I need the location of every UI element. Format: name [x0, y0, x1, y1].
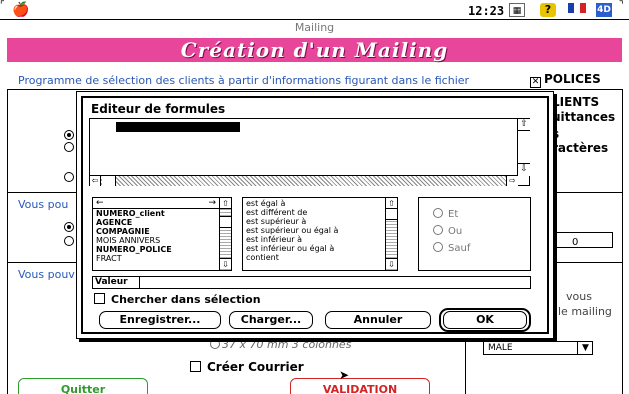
arrow-right-icon[interactable]: →	[208, 198, 216, 208]
save-button[interactable]: Enregistrer...	[99, 311, 221, 329]
app-switcher-icon[interactable]: ▦	[509, 3, 525, 17]
radio-icon	[433, 208, 443, 218]
create-letter-checkbox[interactable]: Créer Courrier	[190, 360, 304, 374]
radio-icon	[433, 242, 443, 252]
window-title: Mailing	[294, 21, 335, 34]
logic-operators-group: Et Ou Sauf	[418, 197, 531, 271]
radio-button[interactable]	[64, 172, 74, 182]
scroll-up-icon[interactable]: ⇧	[518, 119, 530, 131]
checkbox-icon	[94, 293, 105, 304]
value-field[interactable]: Valeur	[92, 276, 531, 289]
dialog-title: Editeur de formules	[91, 102, 226, 116]
mouse-pointer-icon: ➤	[339, 368, 350, 382]
section-label: vous	[566, 290, 592, 303]
logic-except-radio[interactable]: Sauf	[433, 242, 470, 254]
operator-list-item[interactable]: contient	[243, 253, 385, 262]
operator-list-item[interactable]: est inférieur à	[243, 235, 385, 244]
scroll-down-icon[interactable]: ⇩	[518, 163, 530, 175]
ok-button[interactable]: OK	[443, 311, 527, 329]
program-description: Programme de sélection des clients à par…	[18, 74, 470, 87]
arrow-left-icon[interactable]: ←	[96, 198, 104, 208]
corner-mark: ⌜	[0, 0, 5, 11]
scroll-right-icon[interactable]: ⇨	[506, 176, 518, 186]
operator-list-item[interactable]: est différent de	[243, 208, 385, 217]
corner-mark: ⌝	[619, 0, 624, 11]
polices-checkbox[interactable]: ✕ POLICES	[530, 72, 601, 88]
formula-text-area[interactable]: ⇧ ⇩ ⇦ ⇨	[89, 118, 530, 186]
french-flag-icon[interactable]	[568, 3, 586, 17]
search-in-selection-checkbox[interactable]: Chercher dans sélection	[94, 293, 261, 306]
radio-button[interactable]	[64, 142, 74, 152]
cancel-button[interactable]: Annuler	[325, 311, 431, 329]
radio-button[interactable]	[64, 222, 74, 232]
divider	[7, 89, 8, 394]
section-label: Vous pouv	[18, 268, 75, 281]
page-banner: Création d'un Mailing	[7, 38, 622, 62]
operator-list-item[interactable]: est égal à	[243, 199, 385, 208]
divider	[622, 89, 623, 394]
count-field[interactable]	[555, 232, 613, 248]
validation-button[interactable]: VALIDATION	[290, 378, 430, 394]
menu-clock: 12:23	[468, 4, 505, 18]
radio-button[interactable]	[64, 236, 74, 246]
field-list-item[interactable]: FRACT	[93, 254, 219, 263]
radio-icon	[433, 225, 443, 235]
field-list-item[interactable]: NUMERO_POLICE	[93, 245, 219, 254]
divider	[7, 89, 622, 90]
field-list-item[interactable]: MOIS ANNIVERS	[93, 236, 219, 245]
value-label: Valeur	[95, 277, 128, 287]
operators-scrollbar[interactable]: ⇧ ⇩	[385, 198, 397, 270]
field-list-item[interactable]: COMPAGNIE	[93, 227, 219, 236]
fields-scrollbar[interactable]: ⇧ ⇩	[219, 198, 231, 270]
formula-selection	[116, 122, 240, 132]
section-label: le mailing	[558, 305, 612, 318]
scroll-thumb[interactable]	[220, 216, 231, 228]
formula-horizontal-scrollbar[interactable]: ⇦ ⇨	[90, 175, 518, 186]
quit-button[interactable]: Quitter	[18, 378, 148, 394]
menu-bar: ⌜ 🍎 12:23 ▦ ? 4D ⌝	[0, 0, 629, 20]
load-button[interactable]: Charger...	[229, 311, 313, 329]
field-list-item[interactable]: AGENCE	[93, 218, 219, 227]
formula-editor-dialog: Editeur de formules ⇧ ⇩ ⇦ ⇨ ← → NUMERO_c…	[76, 91, 554, 339]
fields-items: NUMERO_client AGENCE COMPAGNIE MOIS ANNIVER…	[93, 209, 219, 263]
divider	[465, 338, 466, 394]
operator-list-item[interactable]: est supérieur à	[243, 217, 385, 226]
scroll-thumb[interactable]	[102, 176, 116, 186]
fields-list-header: ← →	[93, 198, 219, 209]
4d-icon[interactable]: 4D	[596, 3, 612, 17]
help-icon[interactable]: ?	[540, 3, 556, 17]
radio-button[interactable]	[64, 130, 74, 140]
checkbox-icon	[190, 361, 201, 372]
checkbox-checked-icon: ✕	[530, 77, 541, 88]
operator-list-item[interactable]: est inférieur ou égal à	[243, 244, 385, 253]
section-label: Vous pou	[18, 198, 69, 211]
scroll-up-icon[interactable]: ⇧	[220, 198, 231, 209]
scroll-down-icon[interactable]: ⇩	[386, 258, 397, 269]
operator-list-item[interactable]: est supérieur ou égal à	[243, 226, 385, 235]
scroll-left-icon[interactable]: ⇦	[90, 176, 101, 186]
scroll-thumb[interactable]	[386, 208, 397, 220]
logic-and-radio[interactable]: Et	[433, 208, 458, 220]
dropdown-arrow-icon[interactable]: ▼	[577, 341, 593, 355]
file-option: uittances	[552, 110, 616, 124]
file-option: LIENTS	[552, 95, 600, 109]
fields-list[interactable]: ← → NUMERO_client AGENCE COMPAGNIE MOIS ANN…	[92, 197, 232, 271]
file-option: ractères	[552, 141, 609, 155]
field-list-item[interactable]: NUMERO_client	[93, 209, 219, 218]
formula-vertical-scrollbar[interactable]: ⇧ ⇩	[517, 119, 530, 176]
apple-icon[interactable]: 🍎	[12, 2, 29, 18]
operators-list[interactable]: est égal à est différent de est supérieur …	[242, 197, 398, 271]
scroll-down-icon[interactable]: ⇩	[220, 258, 231, 269]
logic-or-radio[interactable]: Ou	[433, 225, 462, 237]
operators-items: est égal à est différent de est supérieur …	[243, 198, 385, 262]
